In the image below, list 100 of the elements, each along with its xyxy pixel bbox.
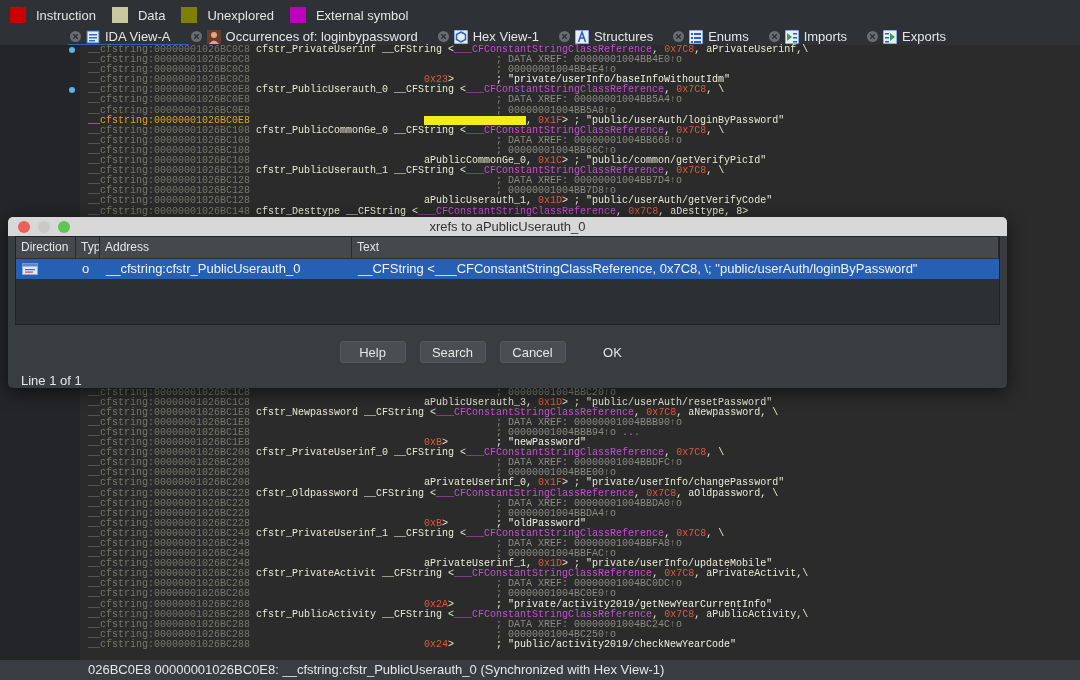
zoom-dot[interactable] [58, 221, 70, 233]
line-address: __cfstring:00000001026BC228 [88, 488, 251, 499]
line-address: __cfstring:00000001026BC268 [88, 569, 251, 580]
comment-text: ; DATA XREF: 00000001004BBFA8↑o [496, 539, 683, 549]
dialog-button[interactable]: Help [339, 341, 406, 363]
line-address: __cfstring:00000001026BC248 [88, 528, 251, 539]
line-address: __cfstring:00000001026BC0C8 [88, 75, 251, 86]
close-icon[interactable] [437, 31, 449, 42]
line-address: __cfstring:00000001026BC268 [88, 579, 251, 590]
close-icon[interactable] [867, 31, 878, 42]
code-text: cfstr_Newpassword __CFString <___CFConstantStringClassReference, 0x7C8, aNewpassword, \ [256, 407, 779, 418]
comment-text: ; 00000001004BB5A8↑o [496, 105, 617, 116]
code-text: cfstr_PublicUserauth_0 __CFString <___CFConstantStringClassReference, 0x7C8, \ [256, 85, 725, 96]
line-address: __cfstring:00000001026BC288 [88, 609, 251, 620]
code-text: , 0x1F> ; "public/userAuth/loginByPassword" [526, 115, 785, 126]
line-address: __cfstring:00000001026BC288 [88, 639, 251, 651]
line-count-text: Line 1 of 1 [21, 373, 83, 388]
comment-text: ; 00000001004BBB94↑o ... [496, 427, 641, 438]
line-address: __cfstring:00000001026BC1C8 [88, 397, 251, 408]
comment-text: ; DATA XREF: 00000001004BB5A4↑o [496, 95, 683, 106]
close-icon[interactable] [558, 31, 570, 42]
line-address: __cfstring:00000001026BC0E8 [88, 85, 251, 96]
line-address: __cfstring:00000001026BC0E8 [88, 95, 251, 106]
dialog-button[interactable]: Cancel [499, 341, 566, 363]
line-address: __cfstring:00000001026BC228 [88, 508, 251, 519]
line-address: __cfstring:00000001026BC148 [88, 206, 251, 217]
letter-a-icon [574, 29, 589, 44]
line-address: __cfstring:00000001026BC108 [88, 125, 251, 136]
column-header[interactable]: Text [352, 236, 999, 258]
close-dot[interactable] [18, 221, 30, 233]
legend-label: Unexplored [207, 7, 274, 23]
comment-text: ; 00000001004BBDA4↑o [496, 508, 617, 519]
list-icon [689, 29, 704, 44]
comment-text: ; DATA XREF: 00000001004BC24C↑o [496, 619, 683, 630]
line-address: __cfstring:00000001026BC108 [88, 135, 251, 146]
code-text: 0x2A> [424, 599, 455, 610]
comment-text: ; DATA XREF: 00000001004BBB90↑o [496, 417, 683, 428]
legend-label: External symbol [315, 7, 409, 23]
window-icon [22, 262, 38, 275]
line-address: __cfstring:00000001026BC208 [88, 478, 251, 489]
comment-text: ; DATA XREF: 00000001004BC0DC↑o [496, 579, 683, 590]
legend-label: Data [138, 7, 166, 23]
export-arrow-icon [883, 29, 897, 44]
document-list-icon [86, 29, 100, 44]
string-text: ; "private/activity2019/getNewYearCurrentInfo" [496, 599, 773, 610]
code-text: cfstr_PrivateUserinf __CFString <___CFConstantStringClassReference, 0x7C8, aPrivateUserinf,\ [256, 45, 809, 56]
close-icon[interactable] [70, 31, 81, 42]
table-cell-text: __cfstring:cfstr_PublicUserauth_0 [104, 261, 302, 277]
tab[interactable]: Exports [865, 29, 965, 46]
code-text: cfstr_PrivateActivit __CFString <___CFConstantStringClassReference, 0x7C8, aPrivateActivit,\ [256, 569, 809, 580]
line-address: __cfstring:00000001026BC0E8 [88, 115, 251, 126]
line-address: __cfstring:00000001026BC288 [88, 629, 251, 640]
line-address: __cfstring:00000001026BC1E8 [88, 417, 251, 428]
code-text: cfstr_Desttype __CFString <___CFConstantStringClassReference, 0x7C8, aDesttype, 8> [256, 206, 749, 217]
line-address: __cfstring:00000001026BC128 [88, 176, 251, 187]
dialog-button[interactable]: OK [579, 341, 646, 363]
line-address: __cfstring:00000001026BC208 [88, 448, 251, 459]
code-text: aPrivateUserinf_0, 0x1F> ; "private/userInfo/changePassword" [424, 478, 785, 489]
comment-text: ; DATA XREF: 00000001004BBDFC↑o [496, 458, 683, 469]
code-text: 0xB> [424, 518, 449, 529]
code-text: cfstr_PrivateUserinf_1 __CFString <___CFConstantStringClassReference, 0x7C8, \ [256, 528, 725, 539]
string-text: ; "private/userInfo/baseInfoWithoutIdm" [496, 75, 731, 86]
code-text: cfstr_Oldpassword __CFString <___CFConstantStringClassReference, 0x7C8, aOldpassword, \ [256, 488, 779, 499]
column-header[interactable]: Address [100, 236, 352, 258]
comment-text: ; 00000001004BB66C↑o [496, 145, 617, 156]
comment-text: ; DATA XREF: 00000001004BB7D4↑o [496, 176, 683, 187]
line-address: __cfstring:00000001026BC128 [88, 196, 251, 207]
hexagon-icon [453, 29, 468, 44]
close-icon[interactable] [190, 31, 202, 42]
comment-text: ; DATA XREF: 00000001004BB668↑o [496, 135, 683, 146]
dialog-title: xrefs to aPublicUserauth_0 [429, 218, 586, 234]
code-text: aPublicUserauth_1, 0x1D> ; "public/userAuth/getVerifyCode" [424, 196, 773, 207]
code-text: 0x24> [424, 639, 456, 651]
line-address: __cfstring:00000001026BC0C8 [88, 65, 251, 76]
import-arrow-icon [784, 29, 799, 44]
line-address: __cfstring:00000001026BC1C8 [88, 387, 251, 398]
status-bar: 026BC0E8 00000001026BC0E8: __cfstring:cfstr_PublicUserauth_0 (Synchronized with Hex View-1) [0, 660, 1080, 680]
table-row[interactable]: o __cfstring:cfstr_PublicUserauth_0 __CFString <___CFConstantStringClassReference, 0x7C8, \; "public/userAuth/loginByPassword" [16, 258, 999, 279]
close-icon[interactable] [768, 31, 780, 42]
dialog-button[interactable]: Search [419, 341, 486, 363]
code-text: cfstr_PrivateUserinf_0 __CFString <___CFConstantStringClassReference, 0x7C8, \ [256, 448, 725, 459]
column-header[interactable]: Direction [16, 236, 76, 258]
table-cell-text: __CFString <___CFConstantStringClassReference, 0x7C8, \; "public/userAuth/loginByPassword" [356, 261, 919, 277]
line-address: __cfstring:00000001026BC288 [88, 619, 251, 630]
comment-text: ; 00000001004BC0E0↑o [496, 589, 617, 600]
line-address: __cfstring:00000001026BC208 [88, 458, 251, 469]
close-icon[interactable] [673, 31, 685, 42]
line-address: __cfstring:00000001026BC0E8 [88, 105, 251, 116]
column-header[interactable]: Typ [76, 236, 100, 258]
line-address: __cfstring:00000001026BC228 [88, 498, 251, 509]
code-text: aPublicUserauth_3, 0x1D> ; "public/userAuth/resetPassword" [424, 397, 773, 408]
code-text: cfstr_PublicUserauth_1 __CFString <___CFConstantStringClassReference, 0x7C8, \ [256, 166, 725, 177]
comment-text: ; DATA XREF: 00000001004BBDA0↑o [496, 498, 683, 509]
string-text: ; "public/activity2019/checkNewYearCode" [496, 639, 737, 651]
person-icon [206, 29, 221, 44]
comment-text: ; DATA XREF: 00000001004BB4E0↑o [496, 55, 683, 66]
string-text: ; "oldPassword" [496, 518, 587, 529]
comment-text: ; 00000001004BC250↑o [496, 629, 617, 640]
line-address: __cfstring:00000001026BC268 [88, 599, 251, 610]
line-address: __cfstring:00000001026BC128 [88, 186, 251, 197]
